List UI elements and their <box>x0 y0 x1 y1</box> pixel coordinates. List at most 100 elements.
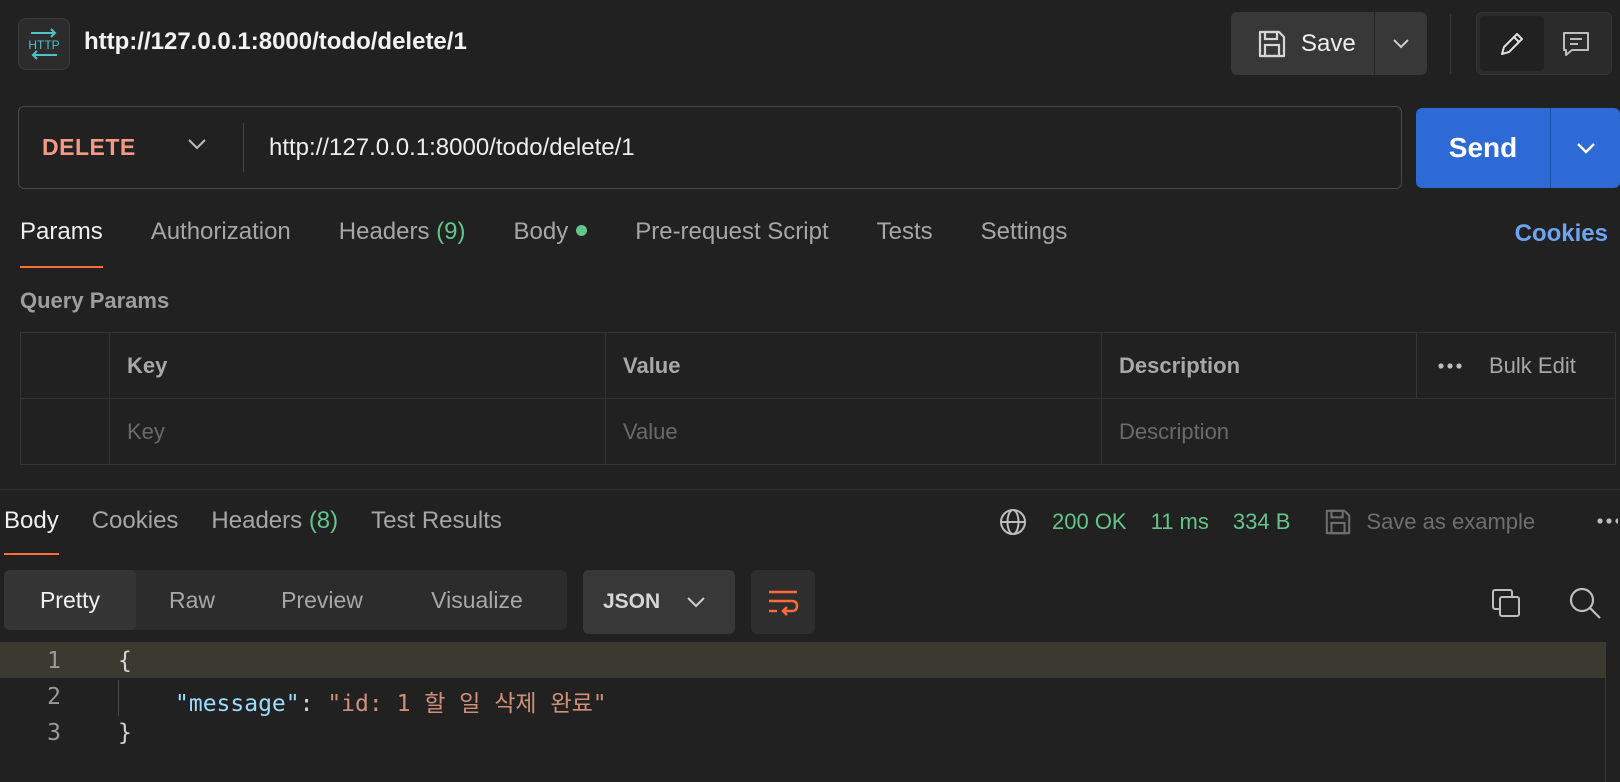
response-tab-cookies[interactable]: Cookies <box>92 507 179 555</box>
query-params-title: Query Params <box>20 288 170 313</box>
tab-label: Headers <box>211 507 303 534</box>
tab-settings[interactable]: Settings <box>981 218 1068 268</box>
headers-count: (9) <box>436 218 466 245</box>
response-tab-headers[interactable]: Headers (8) <box>211 507 338 555</box>
chevron-down-icon <box>1576 143 1595 154</box>
line-number: 1 <box>47 648 61 674</box>
url-separator <box>243 123 244 172</box>
method-select[interactable]: DELETE <box>19 107 243 188</box>
response-time[interactable]: 11 ms <box>1151 509 1209 535</box>
code-text: { <box>118 648 132 674</box>
pane-divider[interactable] <box>0 489 1620 490</box>
tab-label: Authorization <box>150 218 291 245</box>
open-brace: { <box>118 648 132 674</box>
chevron-down-icon <box>188 139 206 150</box>
description-header-label: Description <box>1119 353 1241 378</box>
send-button-group: Send <box>1416 108 1620 188</box>
response-tab-body[interactable]: Body <box>4 507 59 555</box>
wrap-lines-icon <box>769 590 799 616</box>
svg-text:HTTP: HTTP <box>28 38 59 52</box>
save-button-group: Save <box>1231 12 1427 75</box>
http-icon: HTTP <box>28 28 60 60</box>
chevron-down-icon <box>1393 38 1409 48</box>
value-placeholder: Value <box>623 419 678 444</box>
view-raw-button[interactable]: Raw <box>136 570 248 630</box>
search-icon <box>1569 587 1601 619</box>
cookies-link[interactable]: Cookies <box>1515 220 1608 248</box>
more-options-icon[interactable] <box>1596 517 1618 525</box>
floppy-disk-icon <box>1258 30 1286 57</box>
request-tabs: Params Authorization Headers (9) Body Pr… <box>20 218 1115 268</box>
save-options-dropdown[interactable] <box>1374 12 1427 75</box>
value-header-label: Value <box>623 353 681 378</box>
save-label: Save <box>1301 29 1356 57</box>
code-line: 2 "message": "id: 1 할 일 삭제 완료" <box>0 678 1606 717</box>
tab-label: Headers <box>338 218 430 245</box>
view-mode-group: Pretty Raw Preview Visualize <box>4 570 567 630</box>
response-tabs: Body Cookies Headers (8) Test Results <box>4 507 535 555</box>
bulk-edit-area: Bulk Edit <box>1417 333 1615 399</box>
tab-label: Pre-request Script <box>635 218 829 245</box>
request-tab-title[interactable]: http://127.0.0.1:8000/todo/delete/1 <box>84 28 467 56</box>
code-text: } <box>118 720 132 746</box>
response-body-viewer[interactable]: 1 { 2 "message": "id: 1 할 일 삭제 완료" 3 } <box>0 642 1620 782</box>
wrap-lines-button[interactable] <box>751 570 815 634</box>
search-button[interactable] <box>1565 583 1605 623</box>
save-as-example-label: Save as example <box>1366 509 1536 534</box>
tab-pre-request-script[interactable]: Pre-request Script <box>635 218 828 268</box>
http-request-badge: HTTP <box>18 18 70 70</box>
response-meta: 200 OK 11 ms 334 B Save as example <box>998 505 1535 539</box>
tab-label: Cookies <box>91 507 179 534</box>
status-code[interactable]: 200 OK <box>1052 509 1127 535</box>
key-field[interactable]: Key <box>110 399 606 465</box>
comment-icon <box>1563 31 1589 56</box>
save-button[interactable]: Save <box>1231 12 1374 75</box>
copy-button[interactable] <box>1486 583 1526 623</box>
send-label: Send <box>1448 132 1518 163</box>
table-row: Key Value Description <box>21 399 1615 465</box>
tab-body[interactable]: Body <box>514 218 588 268</box>
tab-headers[interactable]: Headers (9) <box>339 218 466 268</box>
response-size[interactable]: 334 B <box>1233 509 1291 535</box>
line-number: 3 <box>47 720 61 746</box>
key-placeholder: Key <box>127 419 165 444</box>
tab-label: Params <box>20 218 103 245</box>
close-brace: } <box>118 720 132 746</box>
more-options-icon[interactable] <box>1437 362 1463 370</box>
bulk-edit-button[interactable]: Bulk Edit <box>1489 353 1576 379</box>
response-tab-test-results[interactable]: Test Results <box>371 507 502 555</box>
save-as-example-button[interactable]: Save as example <box>1324 508 1535 536</box>
method-label: DELETE <box>42 134 136 160</box>
checkbox-column-header <box>21 333 110 399</box>
tab-label: Body <box>513 218 569 245</box>
header-divider <box>1450 14 1451 74</box>
query-params-table: Key Value Description Bulk Edit Key Valu… <box>20 332 1616 465</box>
globe-icon[interactable] <box>998 507 1028 537</box>
view-preview-button[interactable]: Preview <box>248 570 396 630</box>
tab-params[interactable]: Params <box>20 218 103 268</box>
value-field[interactable]: Value <box>606 399 1102 465</box>
view-pretty-button[interactable]: Pretty <box>4 570 136 630</box>
url-bar: DELETE <box>18 106 1402 189</box>
comments-button[interactable] <box>1544 16 1608 71</box>
url-input[interactable] <box>269 127 1379 169</box>
indent-guide <box>118 680 119 716</box>
pencil-icon <box>1501 32 1523 55</box>
tab-label: Test Results <box>371 507 502 534</box>
code-line: 3 } <box>0 714 1606 750</box>
tab-label: Tests <box>876 218 933 245</box>
format-select[interactable]: JSON <box>583 570 735 634</box>
value-column-header: Value <box>606 333 1102 399</box>
code-line: 1 { <box>0 642 1606 678</box>
floppy-disk-icon <box>1326 509 1351 535</box>
view-visualize-button[interactable]: Visualize <box>396 570 558 630</box>
tab-authorization[interactable]: Authorization <box>151 218 291 268</box>
description-field[interactable]: Description <box>1102 399 1615 465</box>
editor-scrollbar[interactable] <box>1605 642 1606 782</box>
edit-button[interactable] <box>1480 16 1544 71</box>
sidebar-mode-toggle <box>1476 12 1612 75</box>
send-options-dropdown[interactable] <box>1550 108 1620 188</box>
line-number: 2 <box>47 684 61 710</box>
send-button[interactable]: Send <box>1416 108 1550 188</box>
tab-tests[interactable]: Tests <box>877 218 933 268</box>
